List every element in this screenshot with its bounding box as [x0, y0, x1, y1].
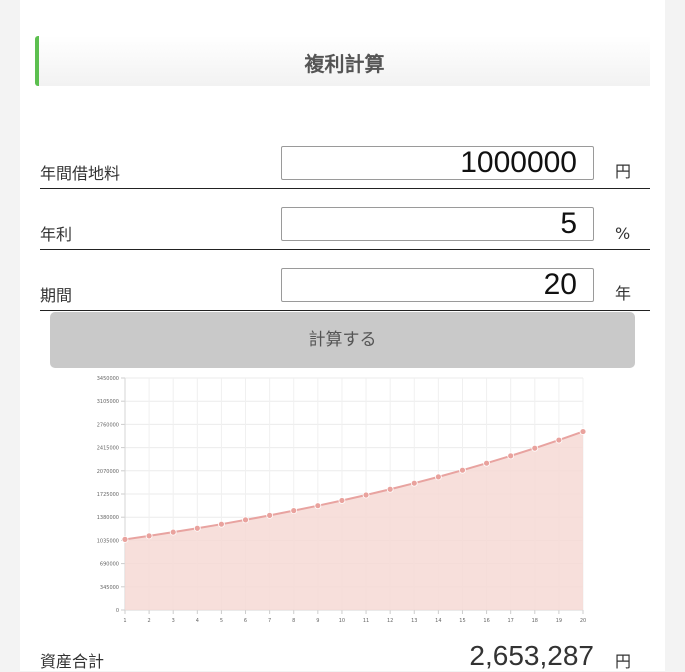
x-tick-label: 13	[411, 618, 417, 624]
period-input[interactable]: 20	[281, 268, 594, 302]
y-tick-label: 690000	[100, 562, 119, 568]
data-point	[507, 452, 515, 460]
y-tick-label: 2070000	[97, 469, 119, 475]
y-tick-label: 345000	[100, 585, 119, 591]
x-tick-label: 14	[435, 618, 441, 624]
x-tick-label: 20	[580, 618, 586, 624]
y-tick-label: 2760000	[97, 422, 119, 428]
period-row: 期間 20 年	[40, 268, 650, 311]
data-point	[145, 532, 153, 540]
data-point	[579, 428, 587, 435]
data-point	[386, 485, 394, 493]
y-tick-label: 3450000	[97, 376, 119, 382]
x-tick-label: 2	[148, 618, 151, 624]
total-unit: 円	[615, 652, 632, 671]
data-point	[266, 511, 274, 519]
x-tick-label: 8	[292, 618, 295, 624]
x-tick-label: 5	[220, 618, 223, 624]
x-tick-label: 17	[507, 618, 513, 624]
growth-chart: 0 345000 690000 1035000 1380000 1725000 207000…	[97, 376, 587, 624]
x-tick-label: 3	[172, 618, 175, 624]
y-tick-label: 3105000	[97, 399, 119, 405]
y-tick-label: 1725000	[97, 492, 119, 498]
page-header: 複利計算	[35, 36, 650, 86]
y-tick-label: 0	[116, 608, 119, 614]
data-point	[555, 436, 563, 444]
data-point	[193, 524, 201, 532]
data-point	[169, 528, 177, 536]
rate-input[interactable]: 5	[281, 207, 594, 241]
data-point	[121, 535, 129, 543]
period-unit: 年	[615, 284, 632, 303]
x-tick-label: 7	[268, 618, 271, 624]
x-tick-label: 12	[387, 618, 393, 624]
data-point	[459, 466, 466, 474]
x-tick-label: 19	[556, 618, 562, 624]
calculate-button[interactable]: 計算する	[50, 312, 635, 368]
x-tick-label: 6	[244, 618, 247, 624]
x-tick-label: 10	[339, 618, 345, 624]
x-tick-label: 1	[123, 618, 126, 624]
x-tick-label: 4	[196, 618, 199, 624]
data-point	[483, 459, 490, 467]
rent-unit: 円	[615, 162, 632, 181]
data-point	[410, 479, 418, 487]
period-label: 期間	[40, 286, 73, 305]
y-tick-label: 2415000	[97, 446, 119, 452]
total-label: 資産合計	[40, 652, 105, 671]
x-tick-label: 11	[363, 618, 369, 624]
data-point	[434, 473, 442, 481]
page-title: 複利計算	[304, 52, 385, 76]
data-point	[290, 507, 298, 515]
data-point	[314, 502, 322, 510]
data-point	[531, 444, 539, 452]
x-tick-label: 18	[532, 618, 538, 624]
data-point	[362, 491, 370, 499]
rent-input[interactable]: 1000000	[281, 146, 594, 180]
data-point	[242, 516, 249, 524]
x-tick-label: 9	[316, 618, 319, 624]
rate-unit: %	[615, 224, 631, 243]
data-point	[218, 520, 225, 528]
rate-label: 年利	[40, 225, 73, 244]
rent-label: 年間借地料	[40, 164, 121, 183]
total-value: 2,653,287	[469, 640, 594, 671]
rent-row: 年間借地料 1000000 円	[40, 146, 650, 189]
series-area	[125, 431, 583, 610]
y-tick-label: 1035000	[97, 538, 119, 544]
rate-row: 年利 5 %	[40, 207, 650, 250]
y-tick-label: 1380000	[97, 515, 119, 521]
x-tick-label: 16	[483, 618, 489, 624]
data-point	[338, 497, 346, 504]
x-tick-label: 15	[459, 618, 465, 624]
